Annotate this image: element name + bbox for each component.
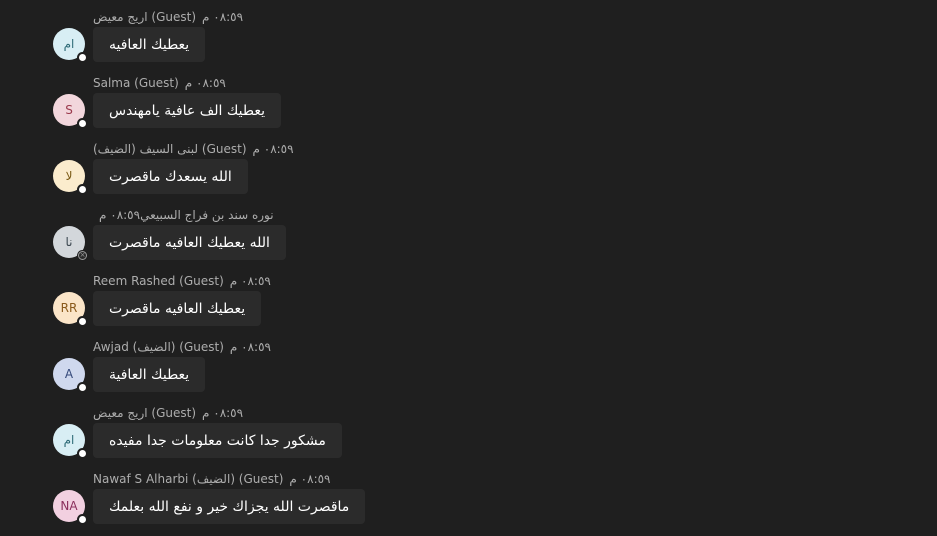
chat-message[interactable]: A Awjad (الضيف) (Guest) ٠٨:٥٩ م يعطيك الع… <box>0 330 937 396</box>
message-time: ٠٨:٥٩ م <box>202 10 244 24</box>
presence-badge: × <box>77 250 88 261</box>
avatar-initials: NA <box>60 499 78 513</box>
chat-message[interactable]: RR Reem Rashed (Guest) ٠٨:٥٩ م يعطيك العا… <box>0 264 937 330</box>
message-header: Nawaf S Alharbi (الضيف) (Guest) ٠٨:٥٩ م <box>93 472 331 486</box>
message-bubble[interactable]: يعطيك العافيه ماقصرت <box>93 291 262 326</box>
message-bubble[interactable]: الله يسعدك ماقصرت <box>93 159 248 194</box>
avatar[interactable]: A <box>53 358 88 393</box>
presence-badge <box>77 514 88 525</box>
message-bubble[interactable]: يعطيك العافيه <box>93 27 206 62</box>
message-time: ٠٨:٥٩ م <box>99 208 141 222</box>
sender-name: اريج معيض (Guest) <box>93 406 196 420</box>
message-text: يعطيك الف عافية يامهندس <box>109 102 265 119</box>
chat-message[interactable]: لا لبنى السيف (الضيف) (Guest) ٠٨:٥٩ م الل… <box>0 132 937 198</box>
message-header: Salma (Guest) ٠٨:٥٩ م <box>93 76 226 90</box>
available-dot-icon <box>79 186 86 193</box>
avatar[interactable]: NA <box>53 490 88 525</box>
message-text: الله يعطيك العافيه ماقصرت <box>109 234 270 251</box>
chat-message[interactable]: NA Nawaf S Alharbi (الضيف) (Guest) ٠٨:٥٩ … <box>0 462 937 528</box>
available-dot-icon <box>79 120 86 127</box>
message-bubble[interactable]: يعطيك الف عافية يامهندس <box>93 93 281 128</box>
message-time: ٠٨:٥٩ م <box>229 340 271 354</box>
presence-badge <box>77 316 88 327</box>
avatar-initials: RR <box>60 301 78 315</box>
avatar[interactable]: لا <box>53 160 88 195</box>
message-header: Reem Rashed (Guest) ٠٨:٥٩ م <box>93 274 271 288</box>
chat-message[interactable]: S Salma (Guest) ٠٨:٥٩ م يعطيك الف عافية ي… <box>0 66 937 132</box>
message-text: يعطيك العافيه ماقصرت <box>109 300 246 317</box>
sender-name: Reem Rashed (Guest) <box>93 274 224 288</box>
available-dot-icon <box>79 384 86 391</box>
offline-x-icon: × <box>78 251 87 260</box>
avatar-initials: A <box>64 367 74 381</box>
message-bubble[interactable]: الله يعطيك العافيه ماقصرت <box>93 225 286 260</box>
chat-message-list: ام اريج معيض (Guest) ٠٨:٥٩ م يعطيك العافي… <box>0 0 937 536</box>
chat-message[interactable]: ام اريج معيض (Guest) ٠٨:٥٩ م يعطيك العافي… <box>0 0 937 66</box>
message-bubble[interactable]: يعطيك العافية <box>93 357 206 392</box>
avatar[interactable]: نا × <box>53 226 88 261</box>
avatar-initials: ام <box>63 37 75 51</box>
chat-message[interactable]: ام اريج معيض (Guest) ٠٨:٥٩ م مشكور جدا كا… <box>0 396 937 462</box>
available-dot-icon <box>79 54 86 61</box>
avatar-initials: S <box>65 103 73 117</box>
sender-name: لبنى السيف (الضيف) (Guest) <box>93 142 247 156</box>
message-time: ٠٨:٥٩ م <box>229 274 271 288</box>
presence-badge <box>77 118 88 129</box>
presence-badge <box>77 382 88 393</box>
presence-badge <box>77 52 88 63</box>
presence-badge <box>77 448 88 459</box>
message-text: يعطيك العافيه <box>109 36 190 53</box>
presence-badge <box>77 184 88 195</box>
message-time: ٠٨:٥٩ م <box>252 142 294 156</box>
message-bubble[interactable]: مشكور جدا كانت معلومات جدا مفيده <box>93 423 342 458</box>
message-header: Awjad (الضيف) (Guest) ٠٨:٥٩ م <box>93 340 271 354</box>
message-text: يعطيك العافية <box>109 366 190 383</box>
sender-name: Nawaf S Alharbi (الضيف) (Guest) <box>93 472 284 486</box>
message-text: مشكور جدا كانت معلومات جدا مفيده <box>109 432 326 449</box>
message-text: ماقصرت الله يجزاك خير و نفع الله بعلمك <box>109 498 350 515</box>
available-dot-icon <box>79 516 86 523</box>
message-time: ٠٨:٥٩ م <box>184 76 226 90</box>
message-time: ٠٨:٥٩ م <box>202 406 244 420</box>
available-dot-icon <box>79 318 86 325</box>
message-header: اريج معيض (Guest) ٠٨:٥٩ م <box>93 10 243 24</box>
message-bubble[interactable]: ماقصرت الله يجزاك خير و نفع الله بعلمك <box>93 489 366 524</box>
avatar[interactable]: RR <box>53 292 88 327</box>
message-header: نوره سند بن فراج السبيعي٠٨:٥٩ م <box>93 208 274 222</box>
sender-name: Salma (Guest) <box>93 76 179 90</box>
avatar-initials: ام <box>63 433 75 447</box>
message-time: ٠٨:٥٩ م <box>289 472 331 486</box>
message-header: اريج معيض (Guest) ٠٨:٥٩ م <box>93 406 243 420</box>
avatar[interactable]: S <box>53 94 88 129</box>
sender-name: Awjad (الضيف) (Guest) <box>93 340 224 354</box>
avatar-initials: لا <box>65 169 73 183</box>
chat-message[interactable]: نا × نوره سند بن فراج السبيعي٠٨:٥٩ م الل… <box>0 198 937 264</box>
sender-name: اريج معيض (Guest) <box>93 10 196 24</box>
message-text: الله يسعدك ماقصرت <box>109 168 232 185</box>
avatar-initials: نا <box>65 235 73 249</box>
available-dot-icon <box>79 450 86 457</box>
sender-name: نوره سند بن فراج السبيعي <box>140 208 274 222</box>
avatar[interactable]: ام <box>53 424 88 459</box>
message-header: لبنى السيف (الضيف) (Guest) ٠٨:٥٩ م <box>93 142 294 156</box>
avatar[interactable]: ام <box>53 28 88 63</box>
